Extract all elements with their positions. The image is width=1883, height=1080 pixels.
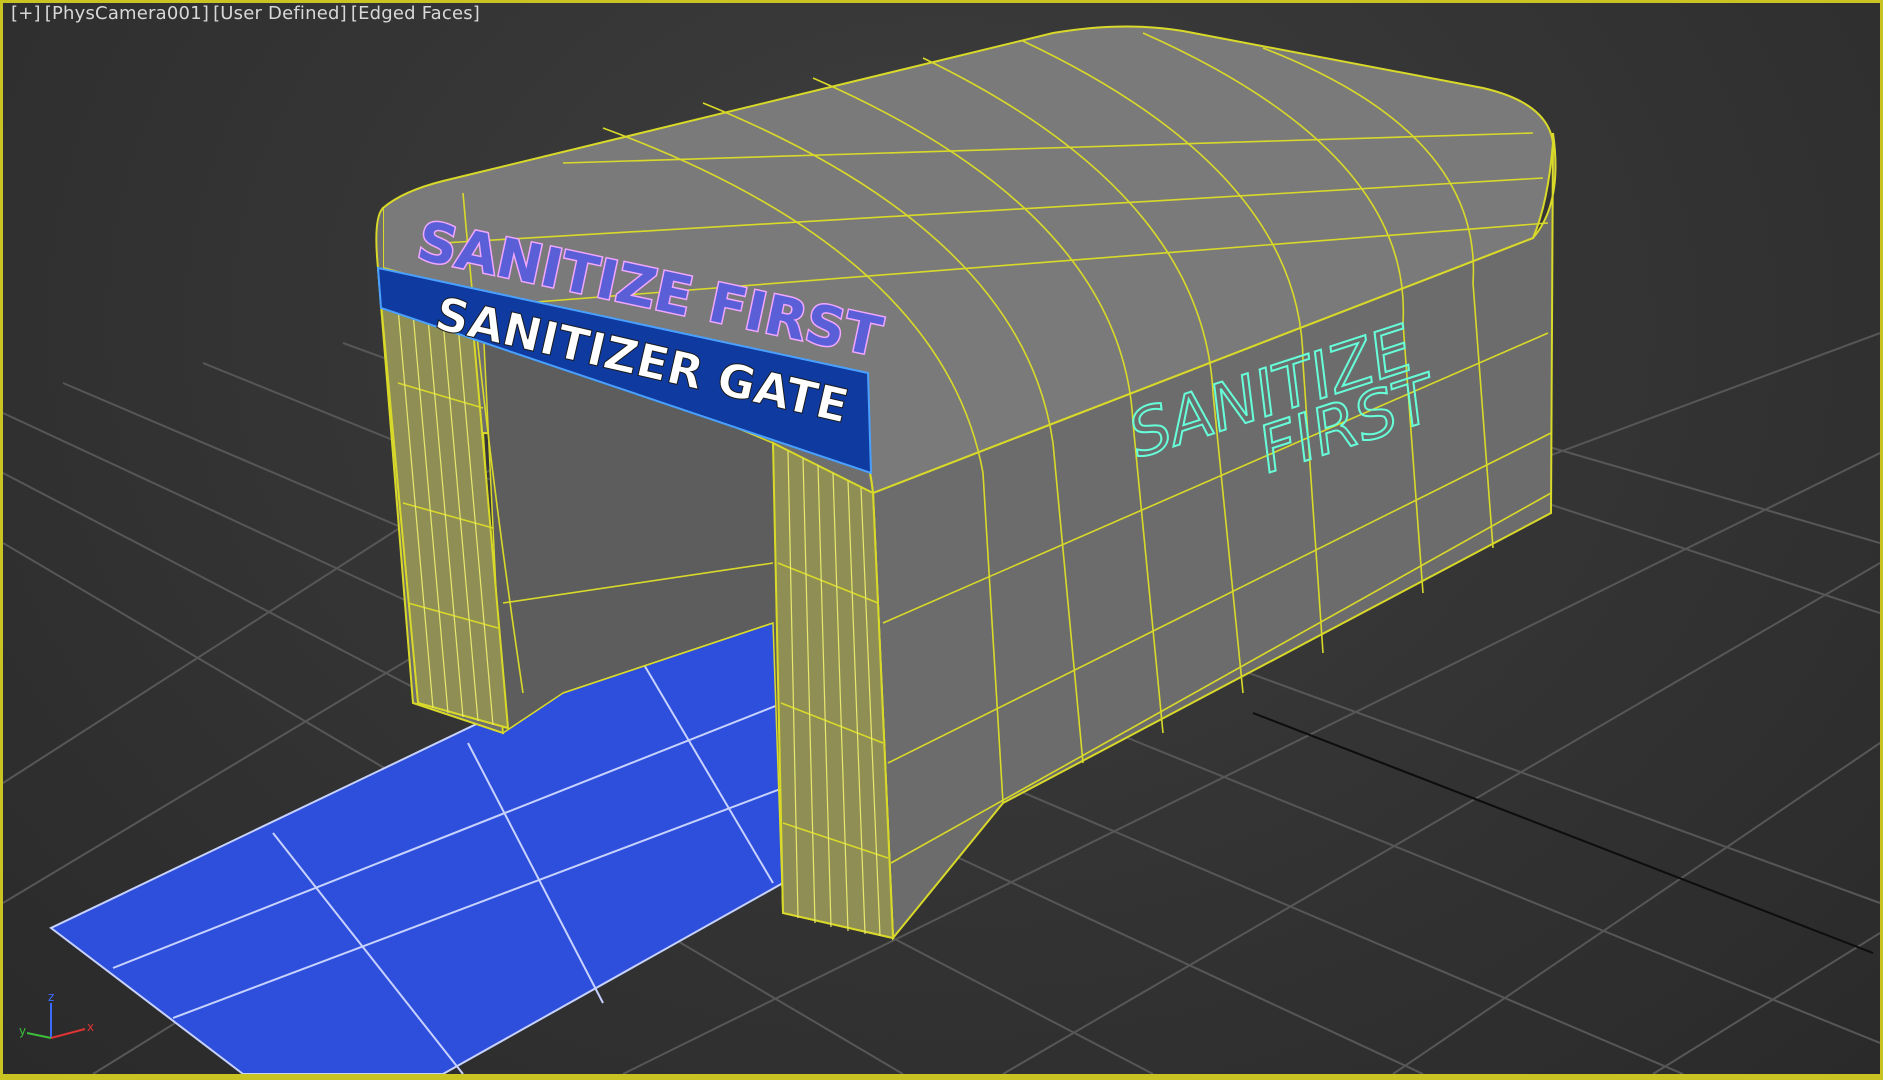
gizmo-z-label: z <box>48 990 54 1004</box>
scene-3d-view[interactable]: SANITIZER GATE SANITIZE FIRST SANITIZE F… <box>3 3 1880 1074</box>
gizmo-y-label: y <box>19 1024 26 1038</box>
axis-gizmo: z x y <box>19 990 94 1039</box>
gizmo-x-label: x <box>87 1020 94 1034</box>
camera-viewport[interactable]: [+] [PhysCamera001] [User Defined] [Edged F… <box>0 0 1883 1080</box>
ground-axis-line <box>1252 712 1874 954</box>
